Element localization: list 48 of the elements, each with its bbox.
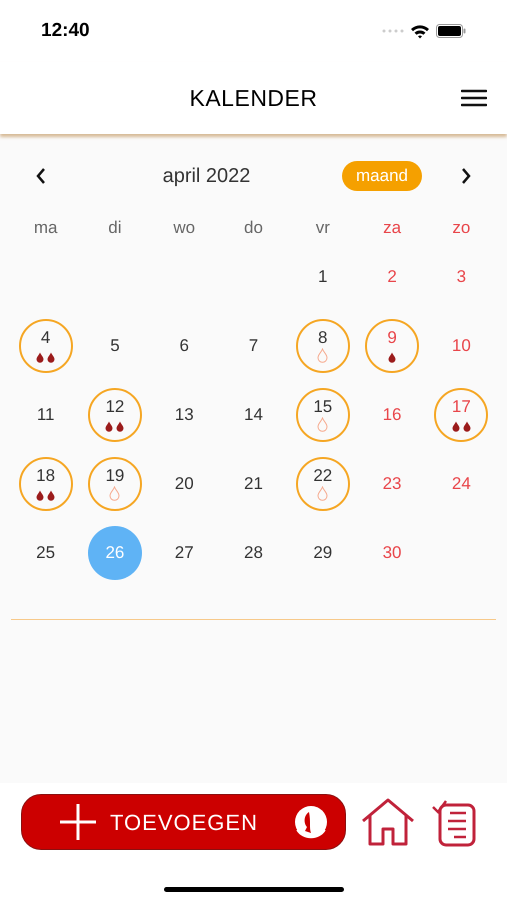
calendar-day[interactable]: 14	[226, 388, 280, 442]
page-title: KALENDER	[190, 84, 318, 113]
calendar-day[interactable]: 15	[296, 388, 350, 442]
add-button[interactable]: TOEVOEGEN	[21, 794, 346, 850]
calendar-day[interactable]: 13	[157, 388, 212, 442]
calendar-day[interactable]: 20	[157, 456, 212, 510]
calendar-day[interactable]: 11	[18, 388, 73, 442]
calendar-day[interactable]: 7	[226, 318, 280, 372]
weekday-label: za	[382, 217, 402, 240]
home-icon[interactable]	[360, 797, 416, 847]
calendar-day[interactable]: 30	[365, 526, 420, 580]
weekday-label: di	[107, 217, 123, 240]
calendar-day[interactable]: 23	[365, 456, 420, 510]
calendar-day[interactable]: 21	[226, 456, 280, 510]
calendar-day[interactable]: 8	[296, 318, 350, 372]
wifi-icon	[410, 24, 430, 38]
calendar-day[interactable]: 29	[296, 526, 350, 580]
calendar-day[interactable]: 18	[18, 456, 73, 510]
calendar-day[interactable]: 12	[88, 388, 142, 442]
calendar-day[interactable]: 3	[434, 250, 488, 304]
calendar-day[interactable]: 10	[434, 318, 488, 372]
signal-icon	[382, 29, 404, 33]
calendar-day[interactable]: 19	[88, 456, 142, 510]
weekday-label: ma	[32, 217, 58, 240]
weekday-label: do	[243, 217, 264, 240]
calendar-day[interactable]: 5	[88, 318, 142, 372]
calendar-day[interactable]: 1	[296, 250, 350, 304]
calendar-day[interactable]: 25	[18, 526, 73, 580]
calendar-day[interactable]: 4	[18, 318, 73, 372]
weekday-label: wo	[172, 217, 196, 240]
calendar-day[interactable]: 24	[434, 456, 488, 510]
calendar-day[interactable]: 27	[157, 526, 212, 580]
plus-icon	[58, 802, 98, 842]
status-time: 12:40	[41, 18, 90, 43]
weekday-label: vr	[314, 217, 331, 240]
calendar-day[interactable]: 17	[434, 388, 488, 442]
menu-icon[interactable]	[460, 89, 487, 107]
calendar-day[interactable]: 22	[296, 456, 350, 510]
calendar-day[interactable]: 9	[365, 318, 420, 372]
calendar-day[interactable]: 16	[365, 388, 420, 442]
chevron-right-icon[interactable]	[460, 167, 472, 185]
calendar-day[interactable]: 2	[365, 250, 420, 304]
month-label: april 2022	[162, 164, 250, 189]
calendar-day[interactable]: 28	[226, 526, 280, 580]
battery-icon	[436, 24, 466, 38]
weekday-label: zo	[451, 217, 472, 240]
calendar-day[interactable]: 6	[157, 318, 212, 372]
chevron-left-icon[interactable]	[35, 167, 47, 185]
